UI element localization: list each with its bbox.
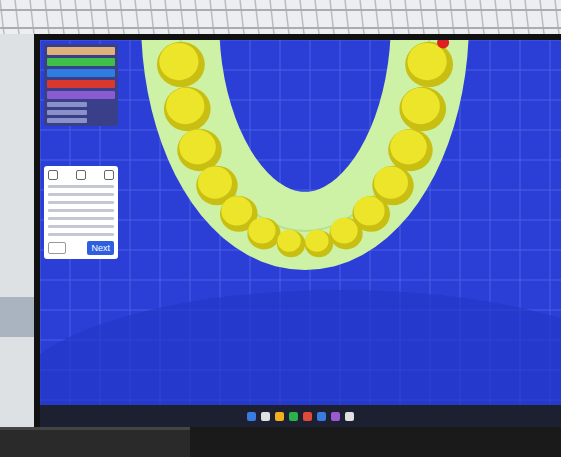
- layer-row[interactable]: [47, 80, 115, 88]
- option-line: [48, 185, 114, 188]
- layer-row[interactable]: [47, 69, 115, 77]
- tooth[interactable]: [247, 218, 280, 250]
- tool-icon[interactable]: [76, 170, 86, 180]
- margin-marker-icon[interactable]: [437, 40, 449, 49]
- back-button[interactable]: [48, 242, 66, 254]
- lower-monitor: [0, 427, 561, 457]
- taskbar-app-icon[interactable]: [303, 412, 312, 421]
- layer-row[interactable]: [47, 58, 115, 66]
- taskbar: [40, 405, 561, 427]
- layers-panel: [44, 44, 118, 126]
- tooth[interactable]: [405, 42, 453, 87]
- tooth[interactable]: [177, 129, 222, 171]
- taskbar-app-icon[interactable]: [275, 412, 284, 421]
- tooth[interactable]: [157, 42, 205, 87]
- layer-row[interactable]: [47, 91, 115, 99]
- taskbar-app-icon[interactable]: [289, 412, 298, 421]
- shelf-wire-icon: [0, 0, 561, 34]
- tooth[interactable]: [372, 166, 413, 205]
- option-line: [48, 233, 114, 236]
- tooth[interactable]: [305, 230, 333, 258]
- monitor: Next: [34, 34, 561, 427]
- option-line: [48, 193, 114, 196]
- layer-row[interactable]: [47, 118, 87, 123]
- photo-frame: Next: [0, 0, 561, 457]
- tooth[interactable]: [388, 129, 433, 171]
- layer-row[interactable]: [47, 47, 115, 55]
- tooth[interactable]: [277, 230, 305, 258]
- option-line: [48, 225, 114, 228]
- tooth[interactable]: [164, 87, 211, 131]
- tool-icon[interactable]: [48, 170, 58, 180]
- taskbar-app-icon[interactable]: [317, 412, 326, 421]
- dental-arch-model[interactable]: [90, 40, 520, 340]
- layer-row[interactable]: [47, 102, 87, 107]
- tool-icon[interactable]: [104, 170, 114, 180]
- wire-shelf: [0, 0, 561, 34]
- taskbar-app-icon[interactable]: [331, 412, 340, 421]
- viewport[interactable]: Next: [40, 40, 561, 405]
- option-line: [48, 217, 114, 220]
- taskbar-app-icon[interactable]: [247, 412, 256, 421]
- tool-panel: Next: [44, 166, 118, 259]
- tooth[interactable]: [399, 87, 446, 131]
- pipe: [0, 297, 34, 337]
- layer-row[interactable]: [47, 110, 87, 115]
- taskbar-app-icon[interactable]: [345, 412, 354, 421]
- wall: [0, 34, 34, 427]
- option-line: [48, 209, 114, 212]
- taskbar-app-icon[interactable]: [261, 412, 270, 421]
- next-button[interactable]: Next: [87, 241, 114, 255]
- option-line: [48, 201, 114, 204]
